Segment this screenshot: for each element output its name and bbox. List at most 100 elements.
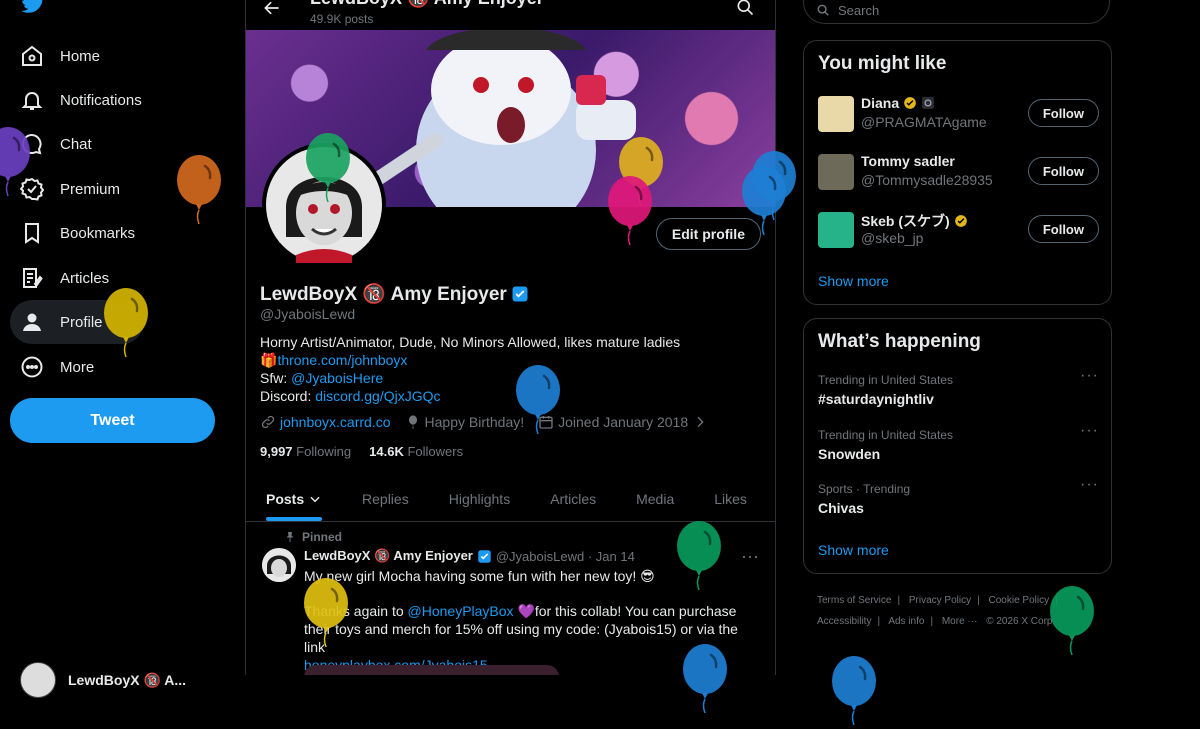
follow-button[interactable]: Follow [1027, 99, 1099, 127]
joined-item: Joined January 2018 [538, 414, 708, 430]
footer-sep: | [897, 595, 901, 606]
trend-title: Chivas [818, 500, 864, 516]
happening-show-more-link[interactable]: Show more [818, 542, 889, 558]
wtf-user[interactable]: Tommy sadler @Tommysadle28935 Follow [818, 151, 1099, 193]
gold-verified-icon [904, 97, 916, 109]
back-arrow-icon[interactable] [262, 0, 282, 18]
profile-column: LewdBoyX 🔞 Amy Enjoyer 49.9K posts [245, 0, 776, 675]
nav-home-label: Home [60, 47, 101, 65]
following-count: 9,997 [260, 444, 293, 459]
nav-articles[interactable]: Articles [10, 256, 121, 300]
profile-header-bar: LewdBoyX 🔞 Amy Enjoyer 49.9K posts [246, 0, 775, 30]
profile-meta: johnboyx.carrd.co Happy Birthday! Joined… [260, 414, 708, 430]
nav-premium[interactable]: Premium [10, 167, 132, 211]
chevron-right-icon[interactable] [692, 414, 708, 430]
wtf-user[interactable]: Diana @PRAGMATAgame Follow [818, 93, 1099, 135]
trend-title: #saturdaynightliv [818, 391, 934, 407]
following-link[interactable]: 9,997 Following [260, 444, 351, 459]
nav-premium-label: Premium [60, 180, 121, 198]
bio-link-discord[interactable]: discord.gg/QjxJGQc [315, 388, 440, 404]
bio-line: 🎁throne.com/johnboyx [260, 351, 760, 369]
tab-replies[interactable]: Replies [342, 477, 429, 521]
footer-sep: | [877, 616, 881, 627]
trend-more-icon[interactable]: ··· [1080, 476, 1099, 494]
wtf-name: Skeb (スケブ) [861, 213, 950, 229]
nav-profile[interactable]: Profile [10, 300, 144, 344]
nav-chat[interactable]: Chat [10, 122, 104, 166]
post-author[interactable]: LewdBoyX 🔞 Amy Enjoyer [304, 548, 473, 564]
more-icon [20, 355, 44, 379]
profile-display-name: LewdBoyX 🔞 Amy Enjoyer [260, 284, 507, 305]
nav-more-label: More [60, 358, 95, 376]
nav-articles-label: Articles [60, 269, 110, 287]
account-avatar [20, 662, 56, 698]
follow-button[interactable]: Follow [1027, 215, 1099, 243]
post-handle-time: @JyaboisLewd · Jan 14 [495, 548, 635, 564]
bio-link-sfw[interactable]: @JyaboisHere [291, 370, 383, 386]
follow-button[interactable]: Follow [1027, 157, 1099, 185]
post-line: My new girl Mocha having some fun with h… [304, 568, 655, 584]
footer-privacy[interactable]: Privacy Policy [909, 595, 971, 606]
birthday-text: Happy Birthday! [424, 414, 525, 430]
tab-articles[interactable]: Articles [530, 477, 616, 521]
nav-home[interactable]: Home [10, 34, 112, 78]
profile-avatar[interactable] [262, 143, 386, 267]
trend-item[interactable]: Sports · Trending Chivas ··· [818, 476, 1099, 516]
tab-media[interactable]: Media [616, 477, 694, 521]
trend-more-icon[interactable]: ··· [1080, 422, 1099, 440]
footer-sep: | [930, 616, 934, 627]
trend-item[interactable]: Trending in United States #saturdaynight… [818, 367, 1099, 407]
header-post-count: 49.9K posts [310, 12, 374, 26]
wtf-name: Diana [861, 95, 900, 111]
footer-copyright: © 2026 X Corp. [986, 616, 1056, 627]
account-switcher[interactable]: LewdBoyX 🔞 A... [20, 662, 186, 698]
trend-item[interactable]: Trending in United States Snowden ··· [818, 422, 1099, 462]
post-media[interactable] [304, 665, 559, 675]
pinned-label: Pinned [302, 530, 343, 544]
wtf-handle: @PRAGMATAgame [861, 114, 987, 130]
bio-line: Horny Artist/Animator, Dude, No Minors A… [260, 334, 681, 350]
footer-terms[interactable]: Terms of Service [817, 595, 891, 606]
tab-likes[interactable]: Likes [694, 477, 767, 521]
birthday-balloon [830, 655, 878, 726]
search-box[interactable]: Search [803, 0, 1110, 24]
wtf-avatar [818, 96, 854, 132]
profile-handle: @JyaboisLewd [260, 306, 356, 322]
twitter-bird-icon[interactable] [20, 0, 46, 16]
home-icon [20, 44, 44, 68]
bio-link-throne[interactable]: throne.com/johnboyx [277, 352, 407, 368]
trend-more-icon[interactable]: ··· [1080, 367, 1099, 385]
calendar-icon [539, 416, 553, 429]
footer-accessibility[interactable]: Accessibility [817, 616, 871, 627]
trend-title: Snowden [818, 446, 881, 462]
footer-cookie[interactable]: Cookie Policy [989, 595, 1050, 606]
nav-bookmarks[interactable]: Bookmarks [10, 211, 147, 255]
wtf-user[interactable]: Skeb (スケブ) @skeb_jp Follow [818, 209, 1099, 251]
nav-notifications[interactable]: Notifications [10, 78, 154, 122]
footer-ads-info[interactable]: Ads info [888, 616, 924, 627]
post-text-a: Thanks again to [304, 603, 408, 619]
post-avatar[interactable] [262, 548, 296, 582]
trend-context: Sports · Trending [818, 482, 911, 496]
followers-link[interactable]: 14.6K Followers [369, 444, 463, 459]
website-link[interactable]: johnboyx.carrd.co [280, 414, 391, 430]
website-item[interactable]: johnboyx.carrd.co [260, 414, 391, 430]
footer-more[interactable]: More ··· [942, 616, 978, 627]
wtf-handle: @skeb_jp [861, 230, 924, 246]
edit-profile-button[interactable]: Edit profile [655, 218, 761, 250]
post-more-icon[interactable]: ··· [741, 546, 759, 567]
gift-emoji: 🎁 [260, 352, 278, 368]
nav-more[interactable]: More [10, 345, 106, 389]
tweet-button[interactable]: Tweet [10, 398, 215, 443]
gold-verified-icon [954, 215, 967, 227]
search-icon[interactable] [735, 0, 755, 17]
post-spacer [304, 585, 759, 602]
balloon-shape [832, 656, 876, 726]
verified-badge-icon[interactable] [511, 285, 529, 303]
wtf-show-more-link[interactable]: Show more [818, 273, 889, 289]
tab-posts[interactable]: Posts [246, 477, 342, 521]
tab-highlights[interactable]: Highlights [429, 477, 530, 521]
post-body: My new girl Mocha having some fun with h… [304, 567, 759, 674]
footer-sep: | [977, 595, 980, 606]
post-mention[interactable]: @HoneyPlayBox [408, 603, 514, 619]
